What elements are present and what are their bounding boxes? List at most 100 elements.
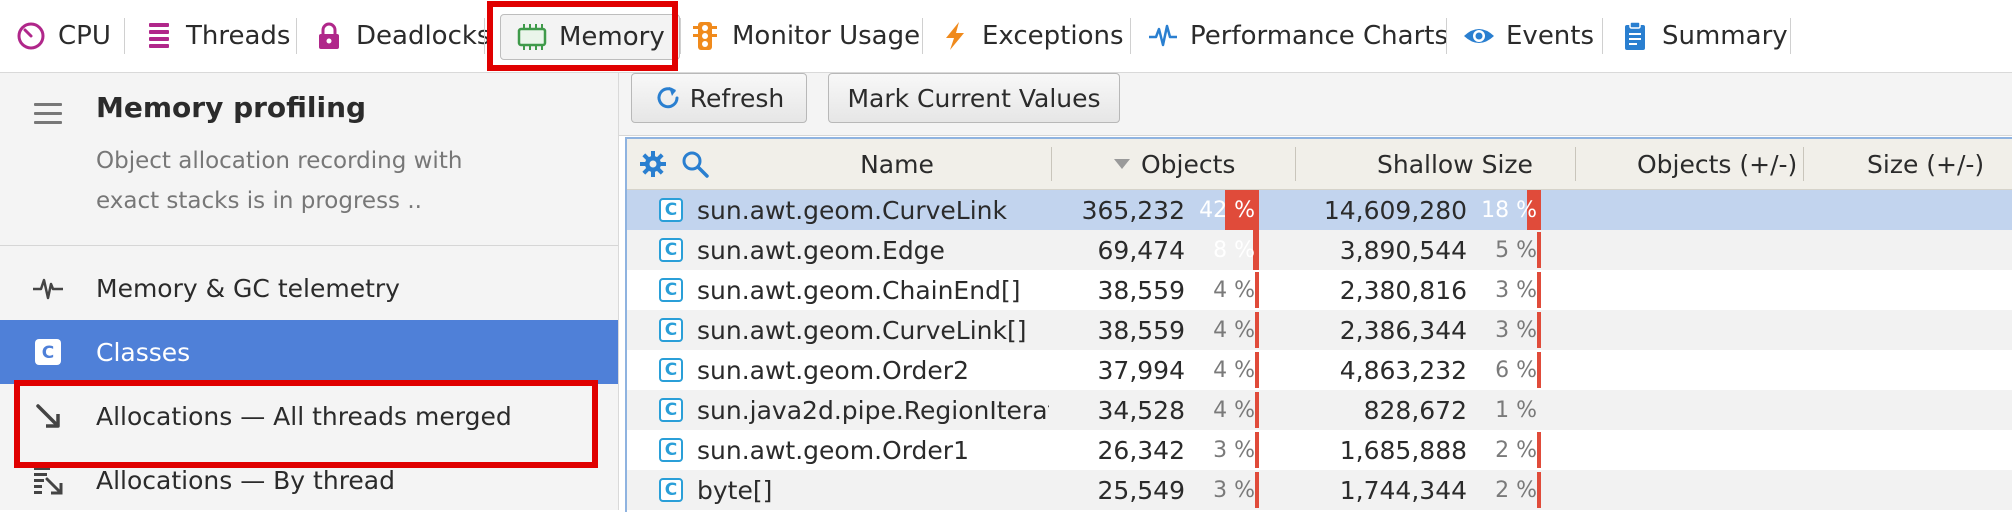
shallow-size-cell: 4,863,232 bbox=[1339, 355, 1467, 385]
refresh-icon bbox=[654, 84, 682, 112]
objects-count-cell: 25,549 bbox=[1097, 475, 1185, 505]
objects-percent-bar bbox=[1255, 312, 1259, 348]
table-header: Name Objects Shallow Size Objects (+/-) … bbox=[627, 139, 2012, 190]
column-header-name[interactable]: Name bbox=[817, 139, 977, 189]
shallow-size-cell: 2,386,344 bbox=[1339, 315, 1467, 345]
size-percent-cell: 2 % bbox=[1495, 437, 1537, 463]
shallow-size-cell: 14,609,280 bbox=[1323, 195, 1467, 225]
table-row[interactable]: Csun.awt.geom.CurveLink 365,232 42 % 14,609… bbox=[627, 190, 2012, 230]
shallow-size-cell: 1,685,888 bbox=[1339, 435, 1467, 465]
nav-item-label: Memory & GC telemetry bbox=[96, 273, 400, 303]
objects-percent-bar bbox=[1255, 392, 1259, 428]
classes-table: Name Objects Shallow Size Objects (+/-) … bbox=[625, 137, 2012, 512]
class-name-cell: byte[] bbox=[697, 475, 773, 505]
search-icon[interactable] bbox=[681, 150, 709, 182]
tab-label: CPU bbox=[58, 21, 111, 51]
table-row[interactable]: Csun.awt.geom.Order1 26,342 3 % 1,685,888 2 … bbox=[627, 430, 2012, 470]
refresh-button[interactable]: Refresh bbox=[631, 73, 807, 123]
column-header-objects[interactable]: Objects bbox=[1113, 139, 1235, 189]
shallow-size-cell: 828,672 bbox=[1363, 395, 1467, 425]
table-row[interactable]: Csun.awt.geom.ChainEnd[] 38,559 4 % 2,380,8… bbox=[627, 270, 2012, 310]
size-percent-cell: 2 % bbox=[1495, 477, 1537, 503]
tab-threads[interactable]: Threads bbox=[142, 10, 290, 62]
tab-cpu[interactable]: CPU bbox=[14, 10, 111, 62]
nav-item-memory-gc-telemetry[interactable]: Memory & GC telemetry bbox=[0, 256, 618, 320]
stack-down-icon bbox=[32, 464, 64, 496]
objects-percent-cell: 3 % bbox=[1213, 437, 1255, 463]
threads-icon bbox=[142, 19, 176, 53]
clock-icon bbox=[14, 19, 48, 53]
objects-percent-bar bbox=[1255, 272, 1259, 308]
tab-label: Deadlocks bbox=[356, 21, 491, 51]
settings-gear-icon[interactable] bbox=[639, 150, 667, 182]
objects-percent-cell: 4 % bbox=[1213, 357, 1255, 383]
size-percent-bar bbox=[1537, 432, 1541, 468]
column-header-objects-delta[interactable]: Objects (+/-) bbox=[1637, 139, 1797, 189]
class-name-cell: sun.awt.geom.Edge bbox=[697, 235, 945, 265]
class-name-cell: sun.awt.geom.CurveLink bbox=[697, 195, 1007, 225]
table-row[interactable]: Csun.awt.geom.CurveLink[] 38,559 4 % 2,386,… bbox=[627, 310, 2012, 350]
mark-current-values-button[interactable]: Mark Current Values bbox=[828, 73, 1120, 123]
class-name-cell: sun.awt.geom.Order2 bbox=[697, 355, 969, 385]
objects-count-cell: 38,559 bbox=[1097, 315, 1185, 345]
tab-label: Monitor Usage bbox=[732, 21, 921, 51]
column-header-size-delta[interactable]: Size (+/-) bbox=[1867, 139, 1984, 189]
tab-deadlocks[interactable]: Deadlocks bbox=[312, 10, 490, 62]
tab-performance-charts[interactable]: Performance Charts bbox=[1146, 10, 1448, 62]
class-icon: C bbox=[32, 336, 64, 368]
pulse-icon bbox=[32, 272, 64, 304]
size-percent-cell: 6 % bbox=[1495, 357, 1537, 383]
view-tab-bar: CPU Threads Deadlocks Memory Monitor Usa… bbox=[0, 0, 2012, 73]
table-row[interactable]: Cbyte[] 25,549 3 % 1,744,344 2 % bbox=[627, 470, 2012, 510]
size-percent-cell: 18 % bbox=[1481, 197, 1537, 223]
memory-views-panel: Memory profiling Object allocation recor… bbox=[0, 73, 619, 510]
objects-percent-cell: 3 % bbox=[1213, 477, 1255, 503]
objects-percent-cell: 4 % bbox=[1213, 317, 1255, 343]
shallow-size-cell: 1,744,344 bbox=[1339, 475, 1467, 505]
traffic-light-icon bbox=[688, 19, 722, 53]
clipboard-icon bbox=[1618, 19, 1652, 53]
refresh-button-label: Refresh bbox=[689, 83, 785, 113]
class-icon: C bbox=[659, 278, 683, 302]
size-percent-bar bbox=[1537, 312, 1541, 348]
class-icon: C bbox=[659, 478, 683, 502]
table-row[interactable]: Csun.awt.geom.Edge 69,474 8 % 3,890,544 5 % bbox=[627, 230, 2012, 270]
objects-percent-cell: 8 % bbox=[1213, 237, 1255, 263]
tab-exceptions[interactable]: Exceptions bbox=[938, 10, 1124, 62]
pulse-icon bbox=[1146, 19, 1180, 53]
tab-monitor-usage[interactable]: Monitor Usage bbox=[688, 10, 920, 62]
hamburger-menu-icon[interactable] bbox=[34, 103, 62, 125]
size-percent-bar bbox=[1537, 352, 1541, 388]
tab-label: Summary bbox=[1662, 21, 1788, 51]
class-icon: C bbox=[659, 318, 683, 342]
highlight-box-memory-tab bbox=[487, 1, 678, 71]
highlight-box-classes-item bbox=[14, 380, 598, 468]
objects-count-cell: 69,474 bbox=[1097, 235, 1185, 265]
size-percent-cell: 1 % bbox=[1495, 397, 1537, 423]
objects-percent-bar bbox=[1255, 352, 1259, 388]
tab-events[interactable]: Events bbox=[1462, 10, 1594, 62]
class-icon: C bbox=[659, 198, 683, 222]
tab-summary[interactable]: Summary bbox=[1618, 10, 1788, 62]
nav-item-classes[interactable]: C Classes bbox=[0, 320, 618, 384]
objects-count-cell: 37,994 bbox=[1097, 355, 1185, 385]
class-name-cell: sun.awt.geom.Order1 bbox=[697, 435, 969, 465]
toolbar: Refresh Mark Current Values bbox=[619, 73, 2012, 136]
class-name-cell: sun.awt.geom.CurveLink[] bbox=[697, 315, 1027, 345]
size-percent-cell: 5 % bbox=[1495, 237, 1537, 263]
size-percent-bar bbox=[1537, 272, 1541, 308]
nav-item-label: Allocations — By thread bbox=[96, 465, 395, 495]
objects-count-cell: 365,232 bbox=[1081, 195, 1185, 225]
mark-button-label: Mark Current Values bbox=[847, 83, 1101, 113]
objects-percent-cell: 42 % bbox=[1199, 197, 1255, 223]
objects-percent-cell: 4 % bbox=[1213, 397, 1255, 423]
lightning-icon bbox=[938, 19, 972, 53]
table-row[interactable]: Csun.awt.geom.Order2 37,994 4 % 4,863,232 6 … bbox=[627, 350, 2012, 390]
table-row[interactable]: Csun.java2d.pipe.RegionIterator 34,528 4 %… bbox=[627, 390, 2012, 430]
lock-icon bbox=[312, 19, 346, 53]
class-icon: C bbox=[659, 438, 683, 462]
objects-percent-bar bbox=[1255, 432, 1259, 468]
objects-percent-bar bbox=[1255, 472, 1259, 508]
column-header-shallow-size[interactable]: Shallow Size bbox=[1377, 139, 1533, 189]
class-icon: C bbox=[659, 238, 683, 262]
